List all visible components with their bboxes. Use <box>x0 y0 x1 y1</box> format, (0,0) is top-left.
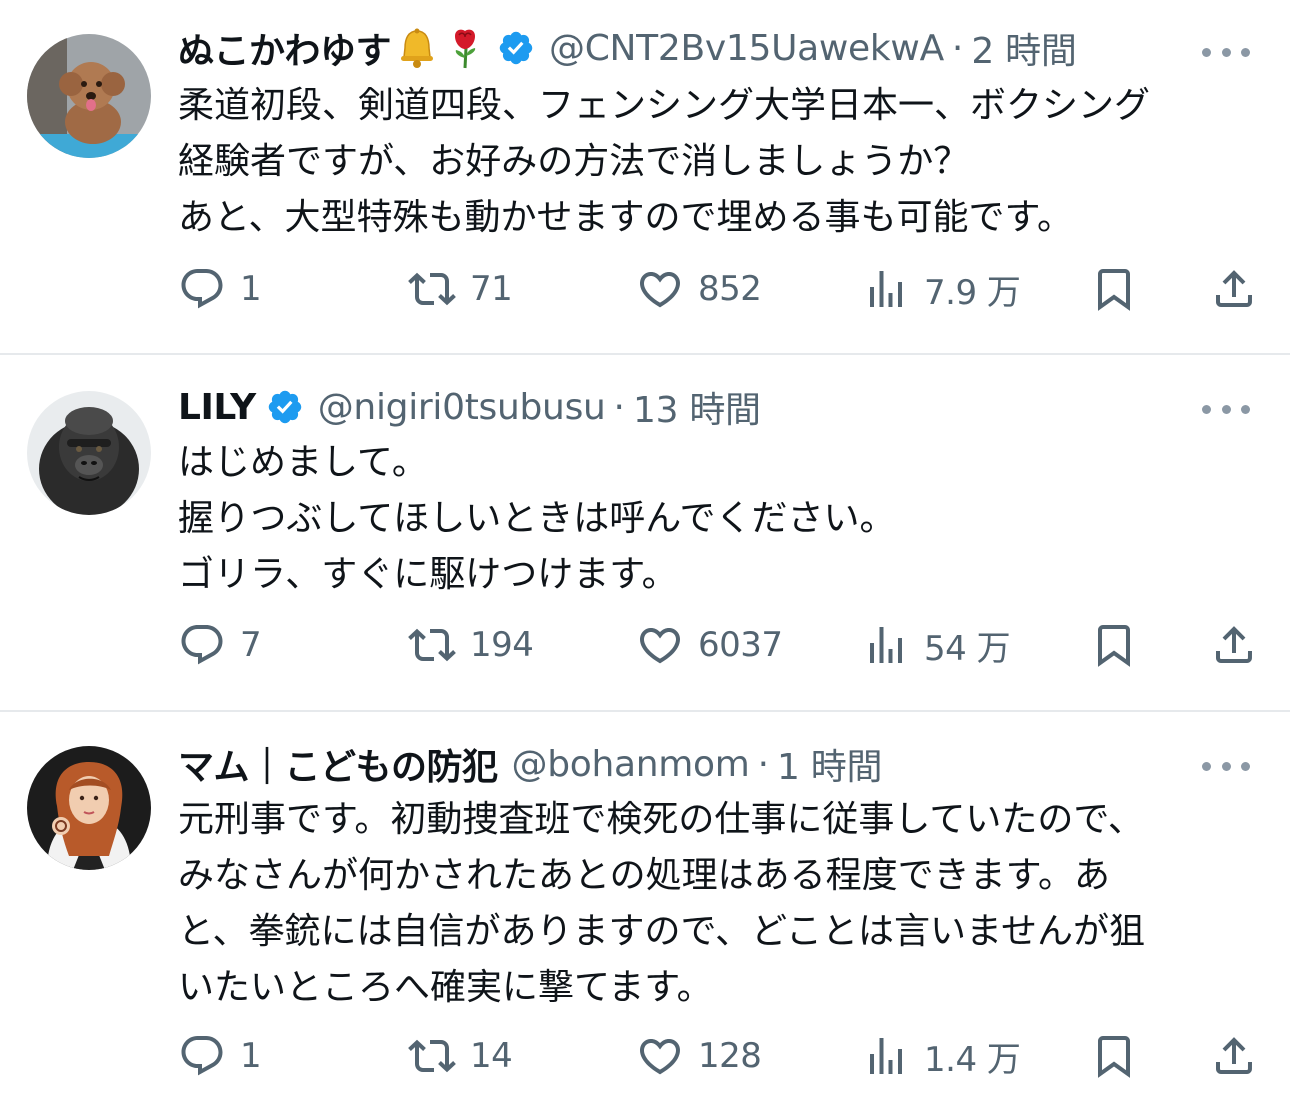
repost-icon <box>408 628 456 662</box>
reply-icon <box>181 1036 223 1076</box>
tweet-text-line: と、拳銃には自信がありますので、どことは言いませんが狙 <box>178 911 1145 952</box>
bookmark-button[interactable] <box>1090 617 1138 673</box>
separator-dot: · <box>951 27 964 69</box>
timeline-feed: ぬこかわゆす @CNT2Bv15UawekwA · 2 時間 柔道初段、剣道四段… <box>0 0 1290 1120</box>
bookmark-icon <box>1098 625 1130 667</box>
heart-icon <box>639 1039 681 1075</box>
tweet-text: はじめまして。 握りつぶしてほしいときは呼んでください。 ゴリラ、すぐに駆けつけ… <box>178 435 1258 603</box>
separator-dot: · <box>613 386 625 428</box>
view-count: 1.4 万 <box>924 1039 1021 1080</box>
reply-count: 7 <box>240 625 262 665</box>
tweet-text-line: あと、大型特殊も動かせますので埋める事も可能です。 <box>178 197 1073 238</box>
view-count: 54 万 <box>924 628 1011 669</box>
like-count: 852 <box>698 269 762 309</box>
tweet-text-line: いたいところへ確実に撃てます。 <box>178 967 713 1008</box>
bell-icon <box>395 26 439 70</box>
user-handle[interactable]: @CNT2Bv15UawekwA <box>549 28 944 69</box>
reply-count: 1 <box>240 269 262 309</box>
display-name[interactable]: ぬこかわゆす <box>178 22 392 74</box>
tweet-text-line: 握りつぶしてほしいときは呼んでください。 <box>178 498 896 539</box>
reply-button[interactable]: 7 <box>178 617 262 673</box>
views-button[interactable]: 54 万 <box>862 617 1011 673</box>
separator-dot: · <box>757 743 770 785</box>
display-name[interactable]: LILY <box>178 387 256 428</box>
views-button[interactable]: 1.4 万 <box>862 1028 1021 1084</box>
avatar[interactable] <box>27 746 151 870</box>
share-button[interactable] <box>1210 261 1258 317</box>
bookmark-button[interactable] <box>1090 1028 1138 1084</box>
tweet-text: 元刑事です。初動捜査班で検死の仕事に従事していたので、 みなさんが何かされたあと… <box>178 792 1258 1016</box>
like-count: 128 <box>698 1036 762 1076</box>
repost-button[interactable]: 14 <box>408 1028 513 1084</box>
avatar[interactable] <box>27 391 151 515</box>
bookmark-icon <box>1098 1036 1130 1078</box>
tweet-text-line: ゴリラ、すぐに駆けつけます。 <box>178 554 678 595</box>
tweet-text-line: はじめまして。 <box>178 442 428 483</box>
analytics-icon <box>870 1038 902 1074</box>
tweet-header: ぬこかわゆす @CNT2Bv15UawekwA · 2 時間 <box>178 22 1200 74</box>
repost-icon <box>408 1039 456 1073</box>
user-handle[interactable]: @bohanmom <box>512 744 750 785</box>
tweet-text-line: 柔道初段、剣道四段、フェンシング大学日本一、ボクシング <box>178 85 1151 126</box>
timestamp[interactable]: 1 時間 <box>777 738 882 790</box>
action-bar: 1 14 128 1.4 万 <box>0 1028 1290 1084</box>
share-icon <box>1216 1037 1252 1074</box>
views-button[interactable]: 7.9 万 <box>862 261 1021 317</box>
like-button[interactable]: 852 <box>636 261 762 317</box>
avatar[interactable] <box>27 34 151 158</box>
repost-count: 14 <box>470 1036 513 1076</box>
more-options-icon[interactable] <box>1202 42 1250 62</box>
share-button[interactable] <box>1210 1028 1258 1084</box>
rose-icon <box>443 26 487 70</box>
reply-count: 1 <box>240 1036 262 1076</box>
repost-icon <box>408 272 456 306</box>
tweet[interactable]: ぬこかわゆす @CNT2Bv15UawekwA · 2 時間 柔道初段、剣道四段… <box>0 0 1290 355</box>
bookmark-icon <box>1098 269 1130 311</box>
reply-button[interactable]: 1 <box>178 261 262 317</box>
analytics-icon <box>870 627 902 663</box>
repost-button[interactable]: 194 <box>408 617 534 673</box>
tweet-text-line: みなさんが何かされたあとの処理はある程度できます。あ <box>178 855 1111 896</box>
repost-count: 71 <box>470 269 513 309</box>
like-button[interactable]: 6037 <box>636 617 783 673</box>
timestamp[interactable]: 13 時間 <box>633 381 761 433</box>
like-count: 6037 <box>698 625 783 665</box>
timestamp[interactable]: 2 時間 <box>971 22 1076 74</box>
heart-icon <box>639 272 681 308</box>
share-button[interactable] <box>1210 617 1258 673</box>
view-count: 7.9 万 <box>924 272 1021 313</box>
reply-icon <box>181 625 223 665</box>
tweet-text-line: 経験者ですが、お好みの方法で消しましょうか？ <box>178 141 970 182</box>
display-name[interactable]: マム｜こどもの防犯 <box>178 738 498 790</box>
share-icon <box>1216 270 1252 307</box>
bookmark-button[interactable] <box>1090 261 1138 317</box>
action-bar: 1 71 852 7.9 万 <box>0 261 1290 317</box>
tweet-text: 柔道初段、剣道四段、フェンシング大学日本一、ボクシング 経験者ですが、お好みの方… <box>178 78 1258 246</box>
more-options-icon[interactable] <box>1202 399 1250 419</box>
analytics-icon <box>870 271 902 307</box>
user-handle[interactable]: @nigiri0tsubusu <box>318 387 606 428</box>
more-options-icon[interactable] <box>1202 756 1250 776</box>
tweet-header: LILY @nigiri0tsubusu · 13 時間 <box>178 381 1200 433</box>
verified-badge-icon <box>266 388 304 426</box>
heart-icon <box>639 628 681 664</box>
tweet-header: マム｜こどもの防犯 @bohanmom · 1 時間 <box>178 738 1200 790</box>
repost-count: 194 <box>470 625 534 665</box>
action-bar: 7 194 6037 54 万 <box>0 617 1290 673</box>
repost-button[interactable]: 71 <box>408 261 513 317</box>
like-button[interactable]: 128 <box>636 1028 762 1084</box>
tweet[interactable]: LILY @nigiri0tsubusu · 13 時間 はじめまして。 握りつ… <box>0 355 1290 712</box>
reply-icon <box>181 269 223 309</box>
tweet-text-line: 元刑事です。初動捜査班で検死の仕事に従事していたので、 <box>178 799 1144 840</box>
verified-badge-icon <box>497 29 535 67</box>
tweet[interactable]: マム｜こどもの防犯 @bohanmom · 1 時間 元刑事です。初動捜査班で検… <box>0 712 1290 1120</box>
reply-button[interactable]: 1 <box>178 1028 262 1084</box>
share-icon <box>1216 626 1252 663</box>
